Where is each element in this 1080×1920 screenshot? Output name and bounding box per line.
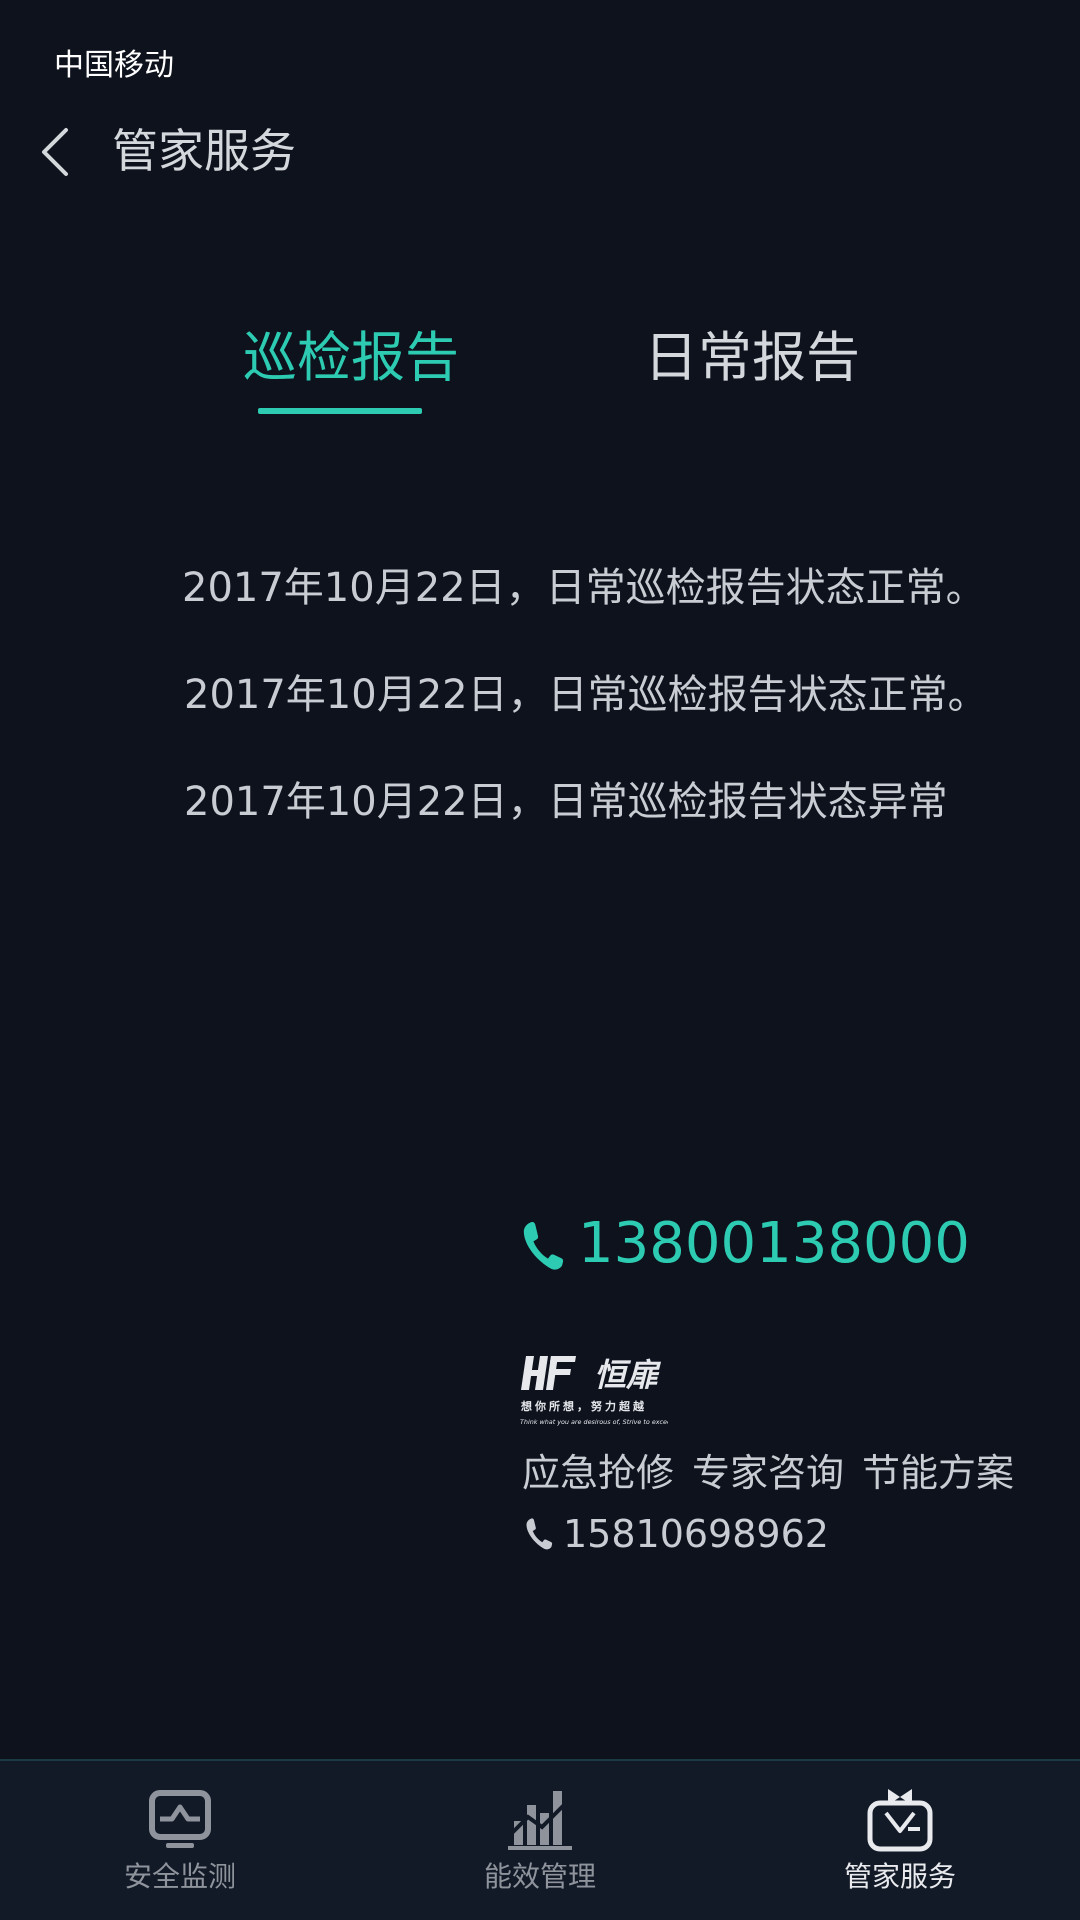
service-list: 应急抢修 专家咨询 节能方案	[522, 1446, 1032, 1500]
app-screen: 中国移动 管家服务 巡检报告 日常报告 2017年10月22日，日常巡检报告状态…	[0, 0, 1080, 1920]
tabbar-item-energy-management[interactable]: 能效管理	[360, 1761, 720, 1920]
report-item[interactable]: 2017年10月22日，日常巡检报告状态正常。	[184, 667, 988, 723]
report-item[interactable]: 2017年10月22日，日常巡检报告状态正常。	[182, 560, 986, 616]
monitor-icon	[149, 1790, 211, 1848]
svg-text:想你所想，努力超越: 想你所想，努力超越	[520, 1399, 647, 1413]
tab-inspection-report[interactable]: 巡检报告	[243, 322, 459, 394]
phone-icon[interactable]	[520, 1219, 566, 1273]
butler-icon	[867, 1789, 933, 1852]
status-carrier: 中国移动	[54, 48, 174, 83]
service-phone-number[interactable]: 15810698962	[563, 1508, 829, 1560]
report-item[interactable]: 2017年10月22日，日常巡检报告状态异常	[184, 774, 948, 830]
tabbar-label: 能效管理	[483, 1860, 596, 1893]
tabbar-label: 安全监测	[123, 1860, 236, 1893]
company-logo: 恒扉 想你所想，努力超越 Think what you are desirous…	[520, 1356, 668, 1426]
chevron-left-icon[interactable]	[36, 126, 76, 178]
tab-active-indicator	[258, 408, 422, 414]
service-expert-consult: 专家咨询	[692, 1451, 845, 1495]
svg-text:Think what you are desirous of: Think what you are desirous of, Strive t…	[520, 1418, 668, 1426]
tabbar-item-safety-monitoring[interactable]: 安全监测	[0, 1761, 360, 1920]
service-emergency-repair: 应急抢修	[522, 1451, 675, 1495]
bar-chart-icon	[508, 1791, 572, 1850]
tabbar-label: 管家服务	[843, 1860, 956, 1893]
page-title: 管家服务	[112, 124, 296, 178]
tabbar-item-butler-service[interactable]: 管家服务	[720, 1761, 1080, 1920]
phone-icon	[526, 1518, 553, 1550]
bottom-tab-bar: 安全监测 能效管理 管家服务	[0, 1759, 1080, 1920]
hotline-number[interactable]: 13800138000	[578, 1208, 970, 1280]
service-energy-saving: 节能方案	[862, 1451, 1015, 1495]
svg-text:恒扉: 恒扉	[594, 1356, 662, 1394]
tab-daily-report[interactable]: 日常报告	[644, 322, 860, 394]
